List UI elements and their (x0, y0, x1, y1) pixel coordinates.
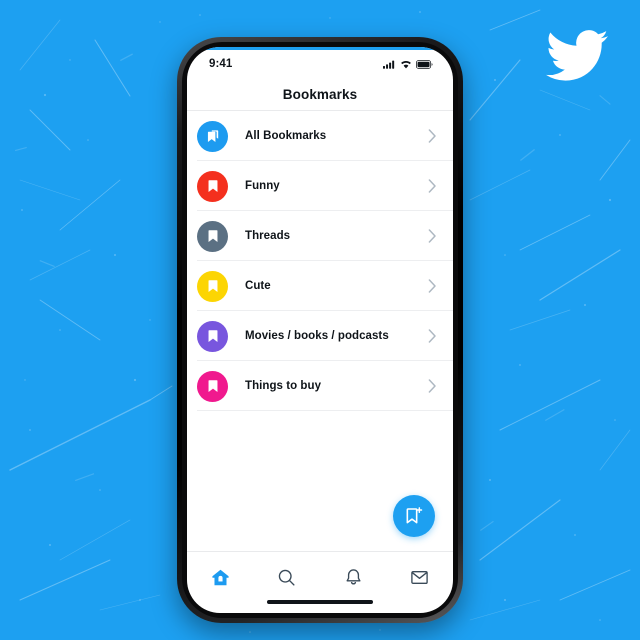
bookmark-icon (208, 180, 217, 192)
list-item[interactable]: Things to buy (187, 361, 453, 411)
status-time: 9:41 (209, 58, 233, 70)
folder-avatar (197, 220, 228, 252)
nav-item-search[interactable] (254, 564, 321, 590)
chevron-right-icon (428, 379, 436, 393)
status-bar: 9:41 (187, 50, 453, 78)
chevron-right-icon (428, 229, 436, 243)
list-item[interactable]: Funny (187, 161, 453, 211)
chevron-right-icon (428, 279, 436, 293)
list-item-label: All Bookmarks (245, 130, 327, 142)
chevron-right-icon (428, 129, 436, 143)
phone-screen: 9:41 Bookmarks All Bookmarks Funny Threa… (187, 47, 453, 613)
list-item[interactable]: Movies / books / podcasts (187, 311, 453, 361)
notifications-bell-icon (346, 568, 361, 584)
list-item[interactable]: All Bookmarks (187, 111, 453, 161)
list-item-label: Things to buy (245, 380, 322, 392)
list-item-chevron (428, 379, 437, 393)
wifi-icon (401, 60, 411, 68)
folder-avatar (197, 170, 228, 202)
bookmark-icon (208, 330, 217, 342)
new-bookmark-folder-button[interactable] (393, 495, 435, 537)
list-item-chevron (428, 129, 437, 143)
nav-item-notifications[interactable] (320, 564, 387, 590)
signal-bars-icon (383, 60, 395, 69)
folder-avatar (197, 370, 228, 402)
twitter-bird-icon (546, 30, 608, 81)
list-item-label: Cute (245, 280, 271, 292)
list-item-label: Movies / books / podcasts (245, 330, 389, 342)
folder-avatar (197, 120, 228, 152)
list-item-chevron (428, 179, 437, 193)
bookmark-icon (208, 230, 217, 242)
folder-avatar (197, 270, 228, 302)
page-title: Bookmarks (282, 86, 358, 102)
list-item[interactable]: Cute (187, 261, 453, 311)
screenshot-canvas: 9:41 Bookmarks All Bookmarks Funny Threa… (0, 0, 640, 640)
app-header: Bookmarks (187, 78, 453, 111)
home-icon (212, 569, 229, 585)
folder-avatar (197, 320, 228, 352)
list-item[interactable]: Threads (187, 211, 453, 261)
list-item-chevron (428, 229, 437, 243)
bookmark-folder-list[interactable]: All Bookmarks Funny Threads Cute Movies / bo… (187, 111, 453, 551)
list-item-chevron (428, 329, 437, 343)
chevron-right-icon (428, 329, 436, 343)
list-item-label: Threads (245, 230, 291, 242)
battery-icon (416, 59, 433, 69)
bookmark-icon (208, 380, 217, 392)
search-icon (279, 569, 295, 586)
chevron-right-icon (428, 179, 436, 193)
nav-item-messages[interactable] (387, 564, 454, 590)
list-item-chevron (428, 279, 437, 293)
add-bookmark-icon (406, 507, 423, 524)
status-icons (383, 59, 433, 69)
bookmarks-stack-icon (207, 130, 218, 142)
nav-item-home[interactable] (187, 564, 254, 590)
messages-envelope-icon (411, 570, 429, 584)
bookmark-icon (208, 280, 217, 292)
phone-mockup: 9:41 Bookmarks All Bookmarks Funny Threa… (177, 37, 463, 623)
home-indicator (267, 600, 373, 604)
list-item-label: Funny (245, 180, 280, 192)
